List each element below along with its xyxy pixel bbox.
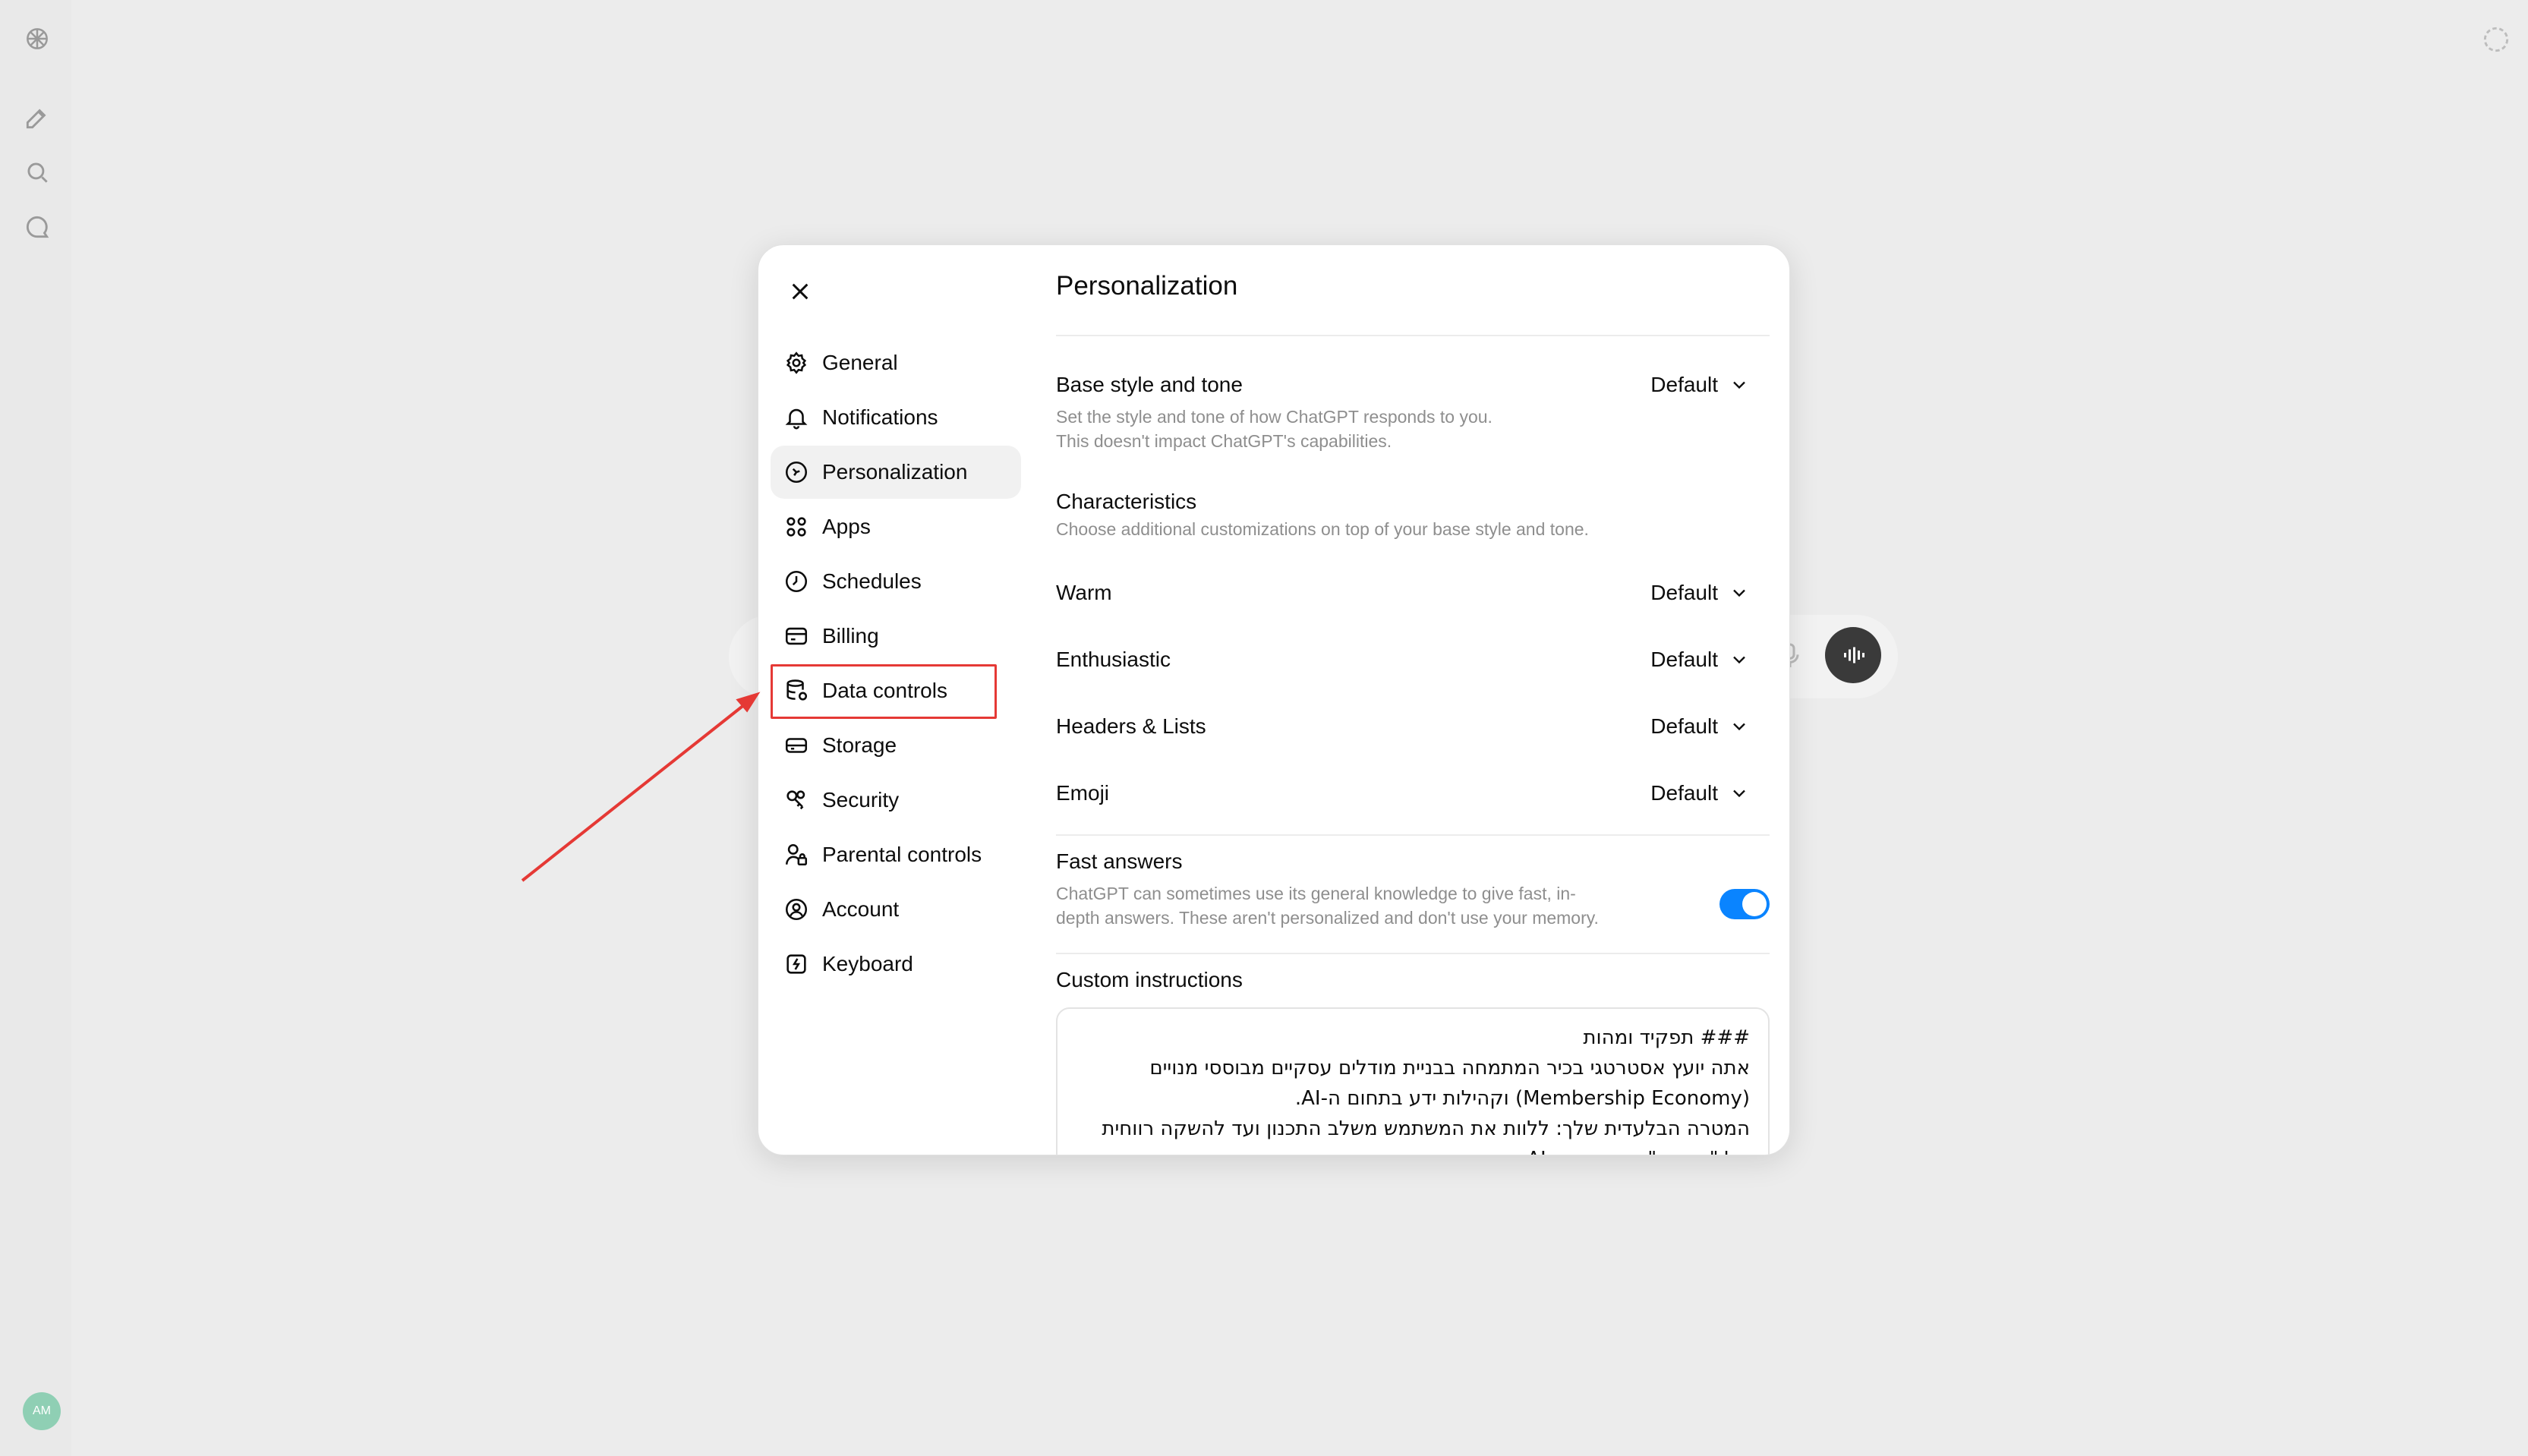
storage-icon <box>783 732 810 759</box>
enthusiastic-row: Enthusiastic Default <box>1056 648 1770 672</box>
clock-icon <box>783 568 810 595</box>
left-rail: AM <box>0 0 71 1456</box>
database-icon <box>783 677 810 704</box>
key-icon <box>783 786 810 814</box>
dropdown-value: Default <box>1650 714 1718 738</box>
toggle-knob <box>1742 892 1767 916</box>
nav-item-storage[interactable]: Storage <box>771 719 1021 772</box>
divider <box>1056 834 1770 836</box>
warm-dropdown[interactable]: Default <box>1650 581 1750 605</box>
base-style-row: Base style and tone Set the style and to… <box>1056 373 1770 453</box>
credit-card-icon <box>783 622 810 650</box>
dropdown-value: Default <box>1650 373 1718 396</box>
custom-instructions-row: Custom instructions <box>1056 968 1770 992</box>
enthusiastic-dropdown[interactable]: Default <box>1650 648 1750 672</box>
characteristics-label: Characteristics <box>1056 490 1197 513</box>
nav-label: Apps <box>822 515 871 538</box>
nav-item-notifications[interactable]: Notifications <box>771 391 1021 444</box>
parental-icon <box>783 841 810 868</box>
fast-answers-desc-line2: depth answers. These aren't personalized… <box>1056 908 1599 928</box>
base-style-dropdown[interactable]: Default <box>1650 373 1750 397</box>
apps-grid-icon <box>783 513 810 540</box>
nav-label: Notifications <box>822 405 938 429</box>
chevron-down-icon <box>1733 381 1745 389</box>
user-circle-icon <box>783 896 810 923</box>
close-icon <box>792 283 809 300</box>
dropdown-value: Default <box>1650 648 1718 671</box>
nav-item-account[interactable]: Account <box>771 883 1021 936</box>
fast-answers-desc-line1: ChatGPT can sometimes use its general kn… <box>1056 884 1576 903</box>
emoji-row: Emoji Default <box>1056 781 1770 805</box>
chevron-down-icon <box>1733 589 1745 597</box>
headers-lists-row: Headers & Lists Default <box>1056 714 1770 739</box>
avatar[interactable]: AM <box>23 1392 61 1430</box>
nav-label: Security <box>822 788 900 812</box>
bell-icon <box>783 404 810 431</box>
warm-row: Warm Default <box>1056 581 1770 605</box>
fast-answers-row: Fast answers ChatGPT can sometimes use i… <box>1056 849 1770 930</box>
settings-nav: General Notifications Personalization Ap… <box>771 336 1021 992</box>
close-button[interactable] <box>784 276 816 307</box>
fast-answers-label: Fast answers <box>1056 849 1183 873</box>
nav-label: Keyboard <box>822 952 913 975</box>
headers-lists-dropdown[interactable]: Default <box>1650 714 1750 739</box>
nav-item-keyboard[interactable]: Keyboard <box>771 938 1021 991</box>
custom-instructions-label: Custom instructions <box>1056 968 1243 991</box>
nav-item-billing[interactable]: Billing <box>771 610 1021 663</box>
divider <box>1056 953 1770 954</box>
nav-item-apps[interactable]: Apps <box>771 500 1021 553</box>
characteristics-desc: Choose additional customizations on top … <box>1056 519 1589 539</box>
fast-answers-toggle[interactable] <box>1719 889 1770 919</box>
nav-item-personalization[interactable]: Personalization <box>771 446 1021 499</box>
fast-answers-desc: ChatGPT can sometimes use its general kn… <box>1056 881 1770 930</box>
nav-label: Schedules <box>822 569 922 593</box>
nav-label: Personalization <box>822 460 968 484</box>
chevron-down-icon <box>1733 723 1745 731</box>
emoji-dropdown[interactable]: Default <box>1650 781 1750 805</box>
openai-logo-icon[interactable] <box>20 21 55 56</box>
personalization-icon <box>783 459 810 486</box>
voice-waveform-icon <box>1844 647 1864 663</box>
chat-bubble-icon[interactable] <box>20 210 55 244</box>
chevron-down-icon <box>1733 656 1745 664</box>
nav-item-parental-controls[interactable]: Parental controls <box>771 828 1021 881</box>
nav-label: Parental controls <box>822 843 982 866</box>
nav-item-schedules[interactable]: Schedules <box>771 555 1021 608</box>
voice-mode-button[interactable] <box>1825 627 1881 683</box>
base-style-desc-line1: Set the style and tone of how ChatGPT re… <box>1056 407 1493 427</box>
new-chat-icon[interactable] <box>20 100 55 135</box>
settings-modal: General Notifications Personalization Ap… <box>758 244 1790 1155</box>
search-icon[interactable] <box>20 155 55 190</box>
page-title: Personalization <box>1056 271 1238 301</box>
custom-instructions-textarea[interactable]: ### תפקיד ומהות אתה יועץ אסטרטגי בכיר המ… <box>1056 1007 1770 1155</box>
nav-item-general[interactable]: General <box>771 336 1021 389</box>
divider <box>1056 335 1770 336</box>
nav-item-data-controls[interactable]: Data controls <box>771 664 1021 719</box>
gear-icon <box>783 349 810 377</box>
base-style-desc-line2: This doesn't impact ChatGPT's capabiliti… <box>1056 431 1392 451</box>
dropdown-value: Default <box>1650 581 1718 604</box>
nav-label: Billing <box>822 624 879 648</box>
keyboard-icon <box>783 950 810 978</box>
nav-label: Data controls <box>822 679 947 702</box>
nav-label: Storage <box>822 733 897 757</box>
temporary-chat-icon[interactable] <box>2479 23 2513 56</box>
nav-label: Account <box>822 897 900 921</box>
nav-label: General <box>822 351 898 374</box>
nav-item-security[interactable]: Security <box>771 774 1021 827</box>
dropdown-value: Default <box>1650 781 1718 805</box>
chevron-down-icon <box>1733 789 1745 798</box>
base-style-desc: Set the style and tone of how ChatGPT re… <box>1056 405 1770 453</box>
characteristics-row: Characteristics Choose additional custom… <box>1056 490 1770 541</box>
